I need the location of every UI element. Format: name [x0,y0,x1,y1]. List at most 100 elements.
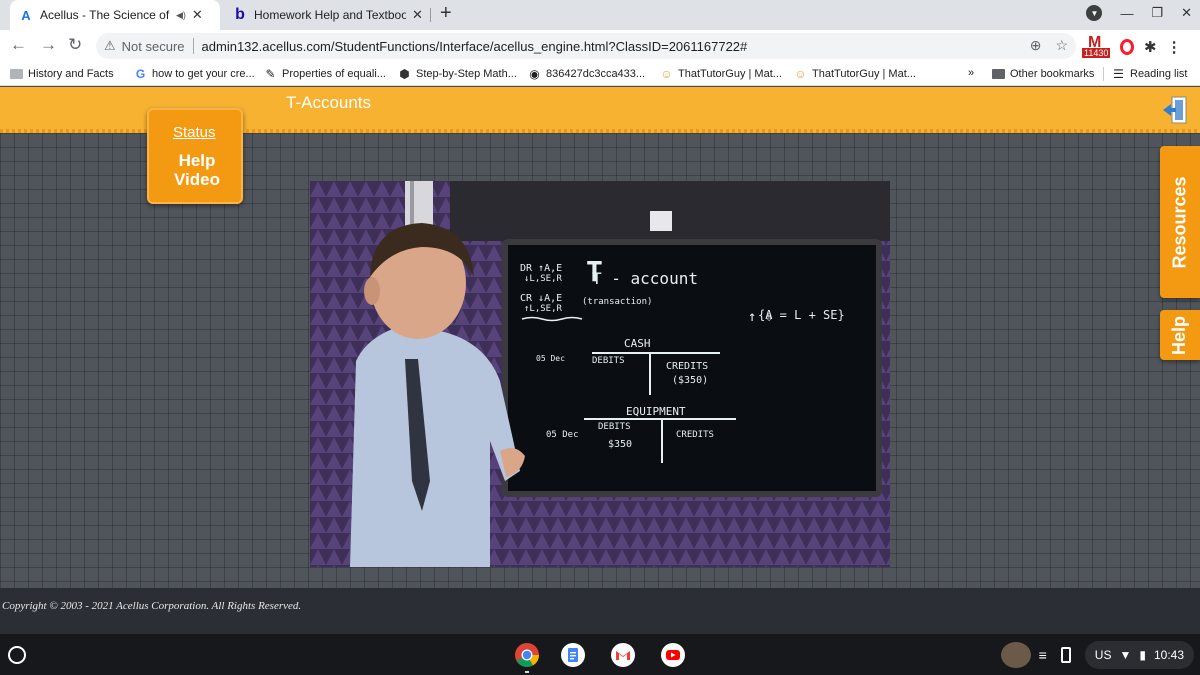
help-tab[interactable]: Help [1160,310,1200,360]
bookmarks-overflow-button[interactable]: » [968,67,974,79]
back-icon[interactable]: ← [10,35,27,55]
warning-icon[interactable]: ⚠ [104,38,116,54]
resources-tab[interactable]: Resources [1160,146,1200,298]
reading-list-icon: ☰ [1113,66,1124,81]
step-icon: ⬢ [399,66,410,81]
bookmark-item[interactable]: History and Facts [10,67,114,80]
bookmarks-bar: History and Facts G how to get your cre.… [0,62,1200,86]
bookmark-label: 836427dc3cca433... [546,67,646,80]
bookmark-star-icon[interactable]: ☆ [1055,37,1068,54]
close-tab-icon[interactable]: ✕ [412,7,423,23]
other-bookmarks[interactable]: Other bookmarks [992,67,1094,80]
acellus-favicon-icon: A [21,7,31,23]
close-tab-icon[interactable]: ✕ [192,7,203,23]
tab-homework-help[interactable]: b Homework Help and Textbook S ✕ [226,0,426,30]
tab-acellus[interactable]: A Acellus - The Science of Lear ◀) ✕ [10,0,220,30]
bookmark-item[interactable]: ☺ ThatTutorGuy | Mat... [794,66,916,81]
svg-text:↑ ⇩: ↑ ⇩ [748,309,773,325]
battery-icon: ▮ [1139,648,1146,662]
address-bar[interactable]: ⚠ Not secure admin132.acellus.com/Studen… [96,33,1076,59]
folder-icon [10,67,23,80]
launcher-icon[interactable] [8,646,26,664]
board-title: T - account [592,269,698,288]
speaker-icon[interactable]: ◀) [176,10,186,21]
equipment-amount: $350 [608,439,632,450]
security-label: Not secure [121,38,185,54]
bartleby-favicon-icon: b [235,6,245,23]
cash-credits: CREDITS [666,361,708,372]
equipment-title: EQUIPMENT [626,405,686,418]
opera-extension-icon[interactable] [1120,39,1134,55]
cash-amount: ($350) [672,375,708,386]
resources-label: Resources [1169,175,1190,269]
bookmark-item[interactable]: ☺ ThatTutorGuy | Mat... [660,66,782,81]
pencil-icon: ✎ [265,66,276,81]
docs-icon[interactable] [560,642,586,668]
bookmarks-divider [1103,67,1104,81]
reading-list[interactable]: ☰ Reading list [1112,66,1188,81]
help-video-button[interactable]: Help Video [167,151,227,189]
phone-hub-icon[interactable] [1060,647,1071,663]
board-subtitle: (transaction) [582,297,652,307]
equipment-credits: CREDITS [676,430,714,440]
chromium-icon: ◉ [529,66,540,81]
close-window-icon[interactable]: ✕ [1181,5,1192,21]
bookmark-item[interactable]: G how to get your cre... [134,66,255,81]
google-icon: G [135,66,146,81]
page-title: T-Accounts [286,93,372,112]
bookmark-label: Step-by-Step Math... [416,67,517,80]
bookmark-label: how to get your cre... [152,67,255,80]
chrome-icon[interactable] [514,642,540,668]
media-controls-icon[interactable]: ≡ [1039,647,1047,663]
copyright-text: Copyright © 2003 - 2021 Acellus Corporat… [2,600,302,612]
puzzle-icon[interactable]: ✱ [1144,38,1157,56]
extension-badge: 11430 [1082,48,1111,58]
app-footer: Copyright © 2003 - 2021 Acellus Corporat… [0,588,1200,634]
board-dr-line: DR ↑A,E [520,263,562,274]
exit-door-icon[interactable] [1162,95,1190,125]
folder-icon [992,67,1005,80]
menu-icon[interactable]: ⋮ [1167,38,1182,56]
bookmark-label: History and Facts [28,67,114,80]
board-dr-sub: ↓L,SE,R [524,274,563,284]
browser-toolbar: ← → ↻ ⚠ Not secure admin132.acellus.com/… [0,30,1200,62]
tab-title: Homework Help and Textbook S [254,8,406,22]
tab-strip: A Acellus - The Science of Lear ◀) ✕ b H… [0,0,1200,30]
reading-list-label: Reading list [1130,67,1188,80]
zoom-icon[interactable]: ⊕ [1030,37,1042,54]
status-panel: Status Help Video [147,108,243,204]
equipment-date: 05 Dec [546,430,579,440]
restore-icon[interactable]: ❐ [1151,5,1163,21]
url-text[interactable]: admin132.acellus.com/StudentFunctions/In… [202,39,748,54]
minimize-icon[interactable]: — [1120,6,1133,21]
board-cr-sub: ↑L,SE,R [524,304,563,314]
window-controls: ▼ — ❐ ✕ [1086,5,1192,21]
tab-search-icon[interactable]: ▼ [1086,5,1103,21]
new-tab-button[interactable]: + [440,2,452,25]
lesson-video[interactable]: DR ↑A,E ↓L,SE,R CR ↓A,E ↑L,SE,R T T - ac… [310,181,890,567]
equipment-debits: DEBITS [598,422,631,432]
cash-date: 05 Dec [536,354,565,363]
status-area[interactable]: US ▼ ▮ 10:43 [1084,641,1194,669]
bookmark-item[interactable]: ✎ Properties of equali... [264,66,385,81]
mcafee-extension-icon[interactable]: M 11430 [1082,34,1111,58]
bookmark-label: ThatTutorGuy | Mat... [678,67,782,80]
status-button[interactable]: Status [173,124,216,141]
reload-icon[interactable]: ↻ [68,35,82,55]
tutor-icon: ☺ [794,66,807,81]
bookmark-item[interactable]: ⬢ Step-by-Step Math... [398,66,517,81]
gmail-icon[interactable] [610,642,636,668]
youtube-icon[interactable] [660,642,686,668]
os-shelf: ≡ US ▼ ▮ 10:43 [0,634,1200,675]
avatar[interactable] [1000,642,1031,668]
video-frame: DR ↑A,E ↓L,SE,R CR ↓A,E ↑L,SE,R T T - ac… [310,181,890,567]
forward-icon[interactable]: → [40,35,57,55]
extensions: M 11430 ✱ ⋮ [1082,34,1182,58]
tutor-icon: ☺ [660,66,673,81]
bookmark-item[interactable]: ◉ 836427dc3cca433... [528,66,646,81]
other-bookmarks-label: Other bookmarks [1010,67,1095,80]
tab-title: Acellus - The Science of Lear [40,8,172,22]
tab-divider [430,8,431,22]
cash-title: CASH [624,337,651,350]
system-tray: ≡ US ▼ ▮ 10:43 [1000,640,1194,670]
